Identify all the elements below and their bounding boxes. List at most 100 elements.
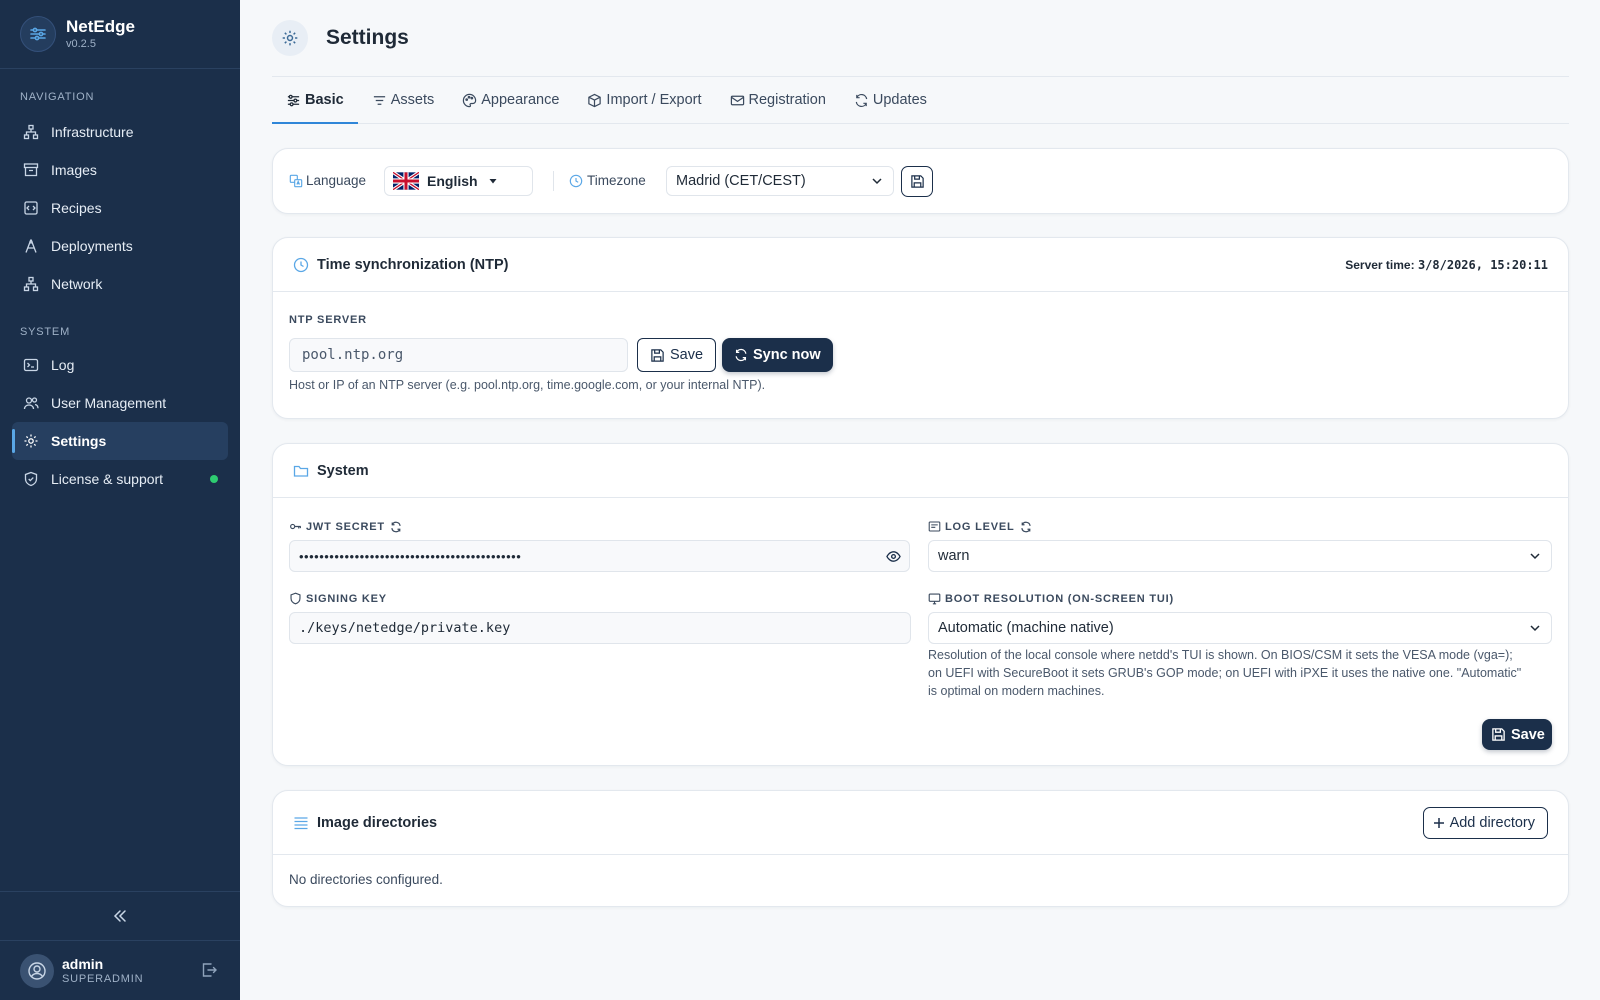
sidebar-item-network[interactable]: Network [12,265,228,303]
main-content: Settings Basic Assets Appearance Import … [272,0,1569,907]
sidebar-item-log[interactable]: Log [12,346,228,384]
save-icon [910,174,925,189]
add-directory-button[interactable]: Add directory [1422,806,1548,839]
sidebar-item-label: License & support [51,471,164,487]
save-system-button[interactable]: Save [1482,719,1552,750]
ntp-card-title: Time synchronization (NTP) [317,256,509,273]
uk-flag-icon [393,172,419,190]
nav-section-system: SYSTEM [20,326,71,338]
sidebar-item-user-management[interactable]: User Management [12,384,228,422]
chevron-down-icon [870,174,884,188]
monitor-icon [928,593,941,605]
shield-icon [290,592,301,605]
tab-appearance[interactable]: Appearance [448,78,573,124]
collapse-sidebar-button[interactable] [0,891,240,941]
boot-resolution-label: BOOT RESOLUTION (ON-SCREEN TUI) [928,592,1174,605]
tab-registration[interactable]: Registration [716,78,840,124]
signing-key-value: ./keys/netedge/private.key [299,620,511,636]
boot-resolution-select[interactable]: Automatic (machine native) [928,612,1552,644]
reset-icon[interactable] [1020,521,1032,533]
sidebar-item-label: Log [51,357,75,373]
sidebar-item-label: Infrastructure [51,124,134,140]
log-icon [928,521,941,532]
signing-key-label: SIGNING KEY [289,592,387,605]
settings-header-icon [272,20,308,56]
sidebar-item-deployments[interactable]: Deployments [12,227,228,265]
sidebar-item-recipes[interactable]: Recipes [12,189,228,227]
ntp-server-value: pool.ntp.org [302,347,404,363]
locale-divider [553,171,554,191]
language-select[interactable]: English [384,166,533,196]
sidebar-item-label: Network [51,276,103,292]
sidebar-item-images[interactable]: Images [12,151,228,189]
terminal-icon [23,357,39,373]
network-icon [23,276,39,292]
language-icon [289,174,303,188]
locale-card: Language English Timezone Madrid (CET/CE… [272,148,1569,214]
save-ntp-label: Save [670,347,704,363]
sync-now-button[interactable]: Sync now [722,338,833,372]
language-value: English [427,173,478,189]
folder-icon [293,463,309,479]
jwt-secret-value: ••••••••••••••••••••••••••••••••••••••••… [299,548,522,564]
save-icon [1491,727,1511,742]
palette-icon [462,93,477,108]
chevron-down-icon [1528,549,1542,563]
tab-import-export[interactable]: Import / Export [573,78,715,124]
ntp-help-text: Host or IP of an NTP server (e.g. pool.n… [289,378,766,392]
language-label-group: Language [289,173,366,188]
tab-assets[interactable]: Assets [358,78,449,124]
tab-label: Basic [305,92,344,108]
sidebar-item-infrastructure[interactable]: Infrastructure [12,113,228,151]
jwt-secret-label-text: JWT SECRET [306,520,385,533]
user-role: SUPERADMIN [62,972,144,985]
image-directories-card: Image directories Add directory No direc… [272,790,1569,907]
ntp-server-input[interactable]: pool.ntp.org [289,338,628,372]
tab-basic[interactable]: Basic [272,78,358,124]
plus-icon [1433,817,1445,829]
tab-updates[interactable]: Updates [840,78,941,124]
recipes-icon [23,200,39,216]
log-level-select[interactable]: warn [928,540,1552,572]
key-icon [290,523,301,530]
gear-icon [23,433,39,449]
sidebar-item-label: Settings [51,433,107,449]
brand-name: NetEdge [66,17,135,36]
mail-icon [730,93,745,108]
log-level-label: LOG LEVEL [928,520,1036,533]
brand-version: v0.2.5 [66,38,96,50]
sidebar-item-settings[interactable]: Settings [12,422,228,460]
clock-icon [569,174,583,188]
chevron-down-icon [1528,621,1542,635]
save-locale-button[interactable] [901,166,933,197]
signing-key-input[interactable]: ./keys/netedge/private.key [289,612,911,644]
show-secret-button[interactable] [878,540,910,572]
avatar [20,953,54,988]
sidebar-item-label: User Management [51,395,167,411]
timezone-select[interactable]: Madrid (CET/CEST) [666,166,894,196]
logout-icon[interactable] [200,961,218,982]
signing-key-label-text: SIGNING KEY [306,592,387,605]
empty-state-text: No directories configured. [289,872,443,887]
save-ntp-button[interactable]: Save [637,338,717,372]
system-card-header: System [273,444,1568,498]
chevrons-left-icon [112,908,128,924]
boot-resolution-help-line: is optimal on modern machines. [928,684,1105,698]
sidebar-item-label: Images [51,162,97,178]
license-status-dot [210,475,218,483]
jwt-secret-input[interactable]: ••••••••••••••••••••••••••••••••••••••••… [289,540,879,572]
user-profile: admin SUPERADMIN [0,941,240,1000]
system-card-title: System [317,462,369,479]
jwt-secret-label: JWT SECRET [289,520,406,533]
page-header: Settings [272,0,1569,77]
boot-resolution-help-line: on UEFI with SecureBoot it sets GRUB's G… [928,666,1522,680]
tab-label: Updates [872,92,927,108]
server-time-value: 3/8/2026, 15:20:11 [1417,257,1548,272]
sidebar-item-license-support[interactable]: License & support [12,460,228,498]
deployments-icon [23,238,39,254]
sync-now-label: Sync now [753,347,821,363]
refresh-icon [854,93,869,108]
regenerate-icon[interactable] [390,521,402,533]
caret-down-icon [488,176,498,186]
shield-icon [23,471,39,487]
